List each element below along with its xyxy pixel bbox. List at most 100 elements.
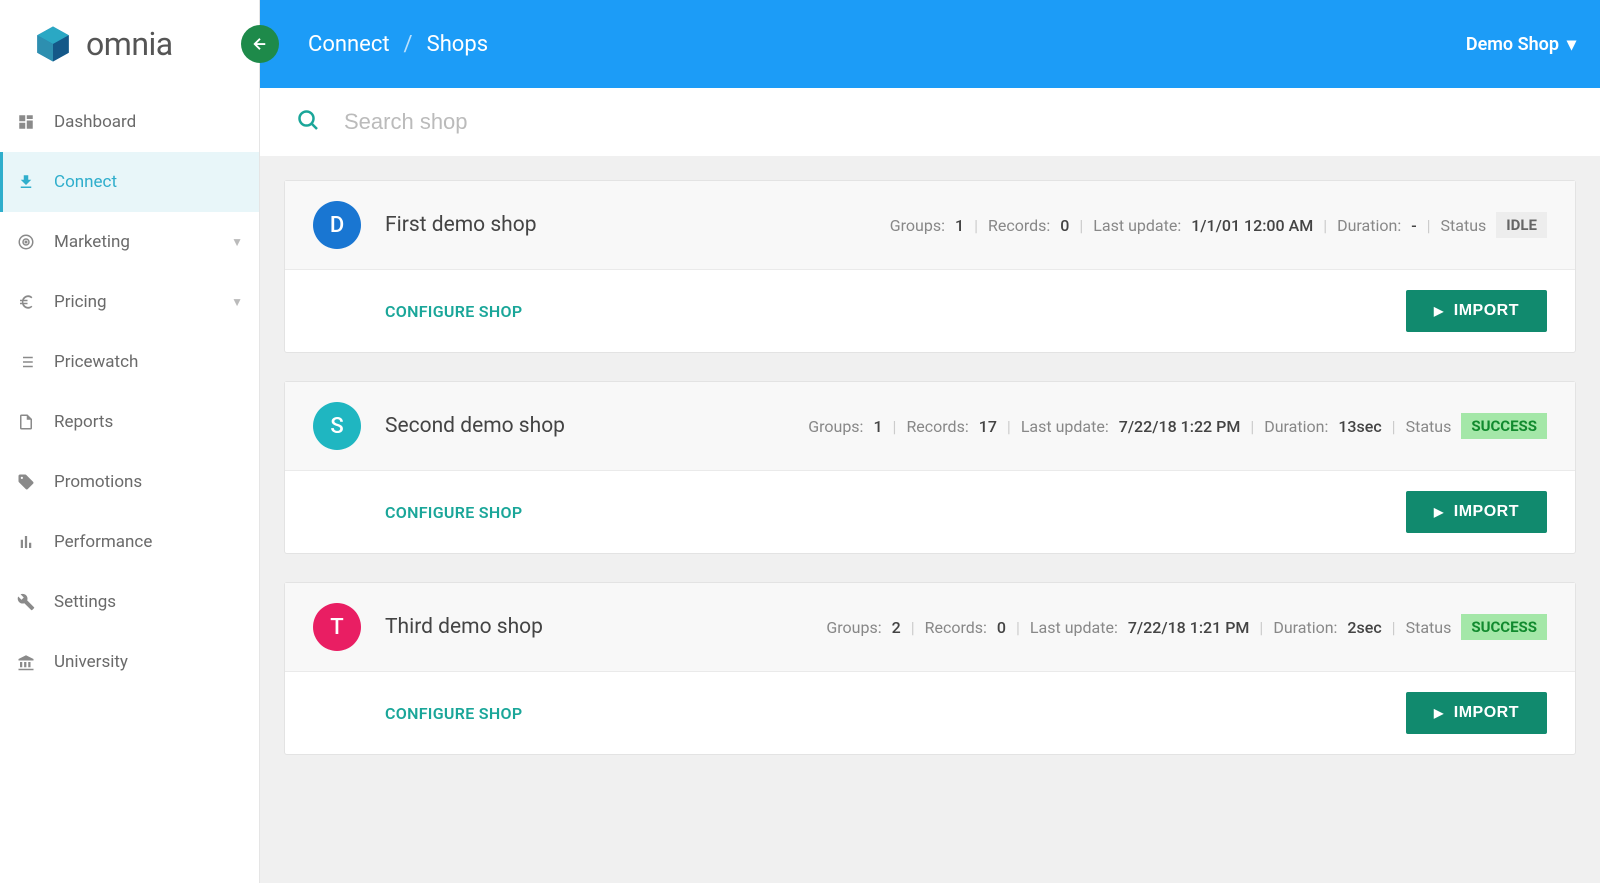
breadcrumb-separator: /	[404, 32, 413, 57]
meta-separator: |	[1250, 417, 1254, 436]
shop-body: CONFIGURE SHOP ▶ IMPORT	[285, 270, 1575, 352]
shop-name: First demo shop	[385, 213, 665, 237]
sidebar-item-pricing[interactable]: Pricing ▼	[0, 272, 259, 332]
avatar: S	[313, 402, 361, 450]
duration-label: Duration:	[1337, 216, 1401, 235]
shop-selector[interactable]: Demo Shop ▾	[1466, 34, 1576, 55]
content: D First demo shop Groups: 1 | Records: 0 | Last …	[260, 156, 1600, 883]
sidebar-item-label: Promotions	[54, 472, 142, 492]
sidebar-item-connect[interactable]: Connect	[0, 152, 259, 212]
nav: Dashboard Connect Marketing ▼ Pricing ▼ Pricew…	[0, 88, 259, 692]
chart-icon	[16, 532, 36, 552]
sidebar-item-pricewatch[interactable]: Pricewatch	[0, 332, 259, 392]
last-update-label: Last update:	[1093, 216, 1181, 235]
caret-down-icon: ▾	[1567, 34, 1576, 55]
duration-value: 2sec	[1347, 618, 1381, 637]
sidebar-item-label: Performance	[54, 532, 152, 552]
last-update-value: 1/1/01 12:00 AM	[1191, 216, 1313, 235]
duration-label: Duration:	[1273, 618, 1337, 637]
target-icon	[16, 232, 36, 252]
tag-icon	[16, 472, 36, 492]
shop-body: CONFIGURE SHOP ▶IMPORT	[285, 672, 1575, 754]
shop-meta: Groups:2|Records:0|Last update:7/22/18 1…	[826, 614, 1547, 640]
back-button[interactable]	[241, 25, 279, 63]
meta-separator: |	[1016, 618, 1020, 637]
chevron-down-icon: ▼	[231, 235, 243, 249]
sidebar-item-reports[interactable]: Reports	[0, 392, 259, 452]
shop-card: SSecond demo shopGroups:1|Records:17|Las…	[284, 381, 1576, 554]
shop-name: Third demo shop	[385, 615, 665, 639]
meta-separator: |	[1427, 216, 1431, 235]
avatar: D	[313, 201, 361, 249]
sidebar-item-marketing[interactable]: Marketing ▼	[0, 212, 259, 272]
meta-separator: |	[1079, 216, 1083, 235]
shop-card: TThird demo shopGroups:2|Records:0|Last …	[284, 582, 1576, 755]
meta-separator: |	[1323, 216, 1327, 235]
last-update-label: Last update:	[1030, 618, 1118, 637]
list-icon	[16, 352, 36, 372]
breadcrumb-part1[interactable]: Connect	[308, 32, 390, 57]
sidebar-item-university[interactable]: University	[0, 632, 259, 692]
import-label: IMPORT	[1454, 302, 1519, 320]
shop-head: DFirst demo shopGroups:1|Records:0|Last …	[285, 181, 1575, 270]
search-bar	[260, 88, 1600, 156]
import-label: IMPORT	[1454, 704, 1519, 722]
meta-separator: |	[911, 618, 915, 637]
status-badge: SUCCESS	[1461, 413, 1547, 439]
logo[interactable]: omnia	[0, 0, 259, 88]
configure-shop-link[interactable]: CONFIGURE SHOP	[385, 302, 522, 321]
import-button[interactable]: ▶ IMPORT	[1406, 290, 1547, 332]
meta-separator: |	[1259, 618, 1263, 637]
sidebar-item-label: Reports	[54, 412, 113, 432]
duration-value: 13sec	[1338, 417, 1381, 436]
groups-label: Groups:	[826, 618, 881, 637]
configure-shop-link[interactable]: CONFIGURE SHOP	[385, 503, 522, 522]
shop-name: Second demo shop	[385, 414, 665, 438]
groups-value: 1	[955, 216, 964, 235]
header: Connect / Shops Demo Shop ▾	[260, 0, 1600, 88]
sidebar-item-label: Dashboard	[54, 112, 136, 132]
breadcrumb: Connect / Shops	[308, 32, 488, 57]
search-icon	[296, 108, 320, 136]
configure-shop-link[interactable]: CONFIGURE SHOP	[385, 704, 522, 723]
dashboard-icon	[16, 112, 36, 132]
chevron-down-icon: ▼	[231, 295, 243, 309]
duration-label: Duration:	[1264, 417, 1328, 436]
groups-label: Groups:	[890, 216, 945, 235]
sidebar-item-label: Settings	[54, 592, 116, 612]
sidebar-item-promotions[interactable]: Promotions	[0, 452, 259, 512]
play-icon: ▶	[1434, 304, 1444, 318]
sidebar-item-label: Connect	[54, 172, 117, 192]
university-icon	[16, 652, 36, 672]
search-input[interactable]	[344, 109, 1564, 135]
meta-separator: |	[1007, 417, 1011, 436]
sidebar-item-label: Pricing	[54, 292, 107, 312]
logo-icon	[32, 23, 74, 65]
sidebar-item-settings[interactable]: Settings	[0, 572, 259, 632]
groups-value: 2	[892, 618, 901, 637]
records-value: 0	[1060, 216, 1069, 235]
meta-separator: |	[1392, 417, 1396, 436]
wrench-icon	[16, 592, 36, 612]
sidebar-item-dashboard[interactable]: Dashboard	[0, 92, 259, 152]
status-label-label: Status	[1406, 417, 1452, 436]
sidebar: omnia Dashboard Connect Marketing ▼ Pricing ▼…	[0, 0, 260, 883]
sidebar-item-label: Pricewatch	[54, 352, 138, 372]
meta-separator: |	[974, 216, 978, 235]
breadcrumb-part2[interactable]: Shops	[427, 32, 488, 57]
last-update-label: Last update:	[1021, 417, 1109, 436]
shop-selector-label: Demo Shop	[1466, 34, 1559, 55]
records-label: Records:	[925, 618, 987, 637]
import-button[interactable]: ▶IMPORT	[1406, 491, 1547, 533]
file-icon	[16, 412, 36, 432]
import-button[interactable]: ▶IMPORT	[1406, 692, 1547, 734]
arrow-left-icon	[251, 35, 269, 53]
shop-meta: Groups:1|Records:0|Last update:1/1/01 12…	[890, 212, 1547, 238]
records-label: Records:	[906, 417, 968, 436]
shop-body: CONFIGURE SHOP ▶IMPORT	[285, 471, 1575, 553]
meta-separator: |	[893, 417, 897, 436]
status-label-label: Status	[1406, 618, 1452, 637]
meta-separator: |	[1392, 618, 1396, 637]
sidebar-item-performance[interactable]: Performance	[0, 512, 259, 572]
sidebar-item-label: Marketing	[54, 232, 130, 252]
